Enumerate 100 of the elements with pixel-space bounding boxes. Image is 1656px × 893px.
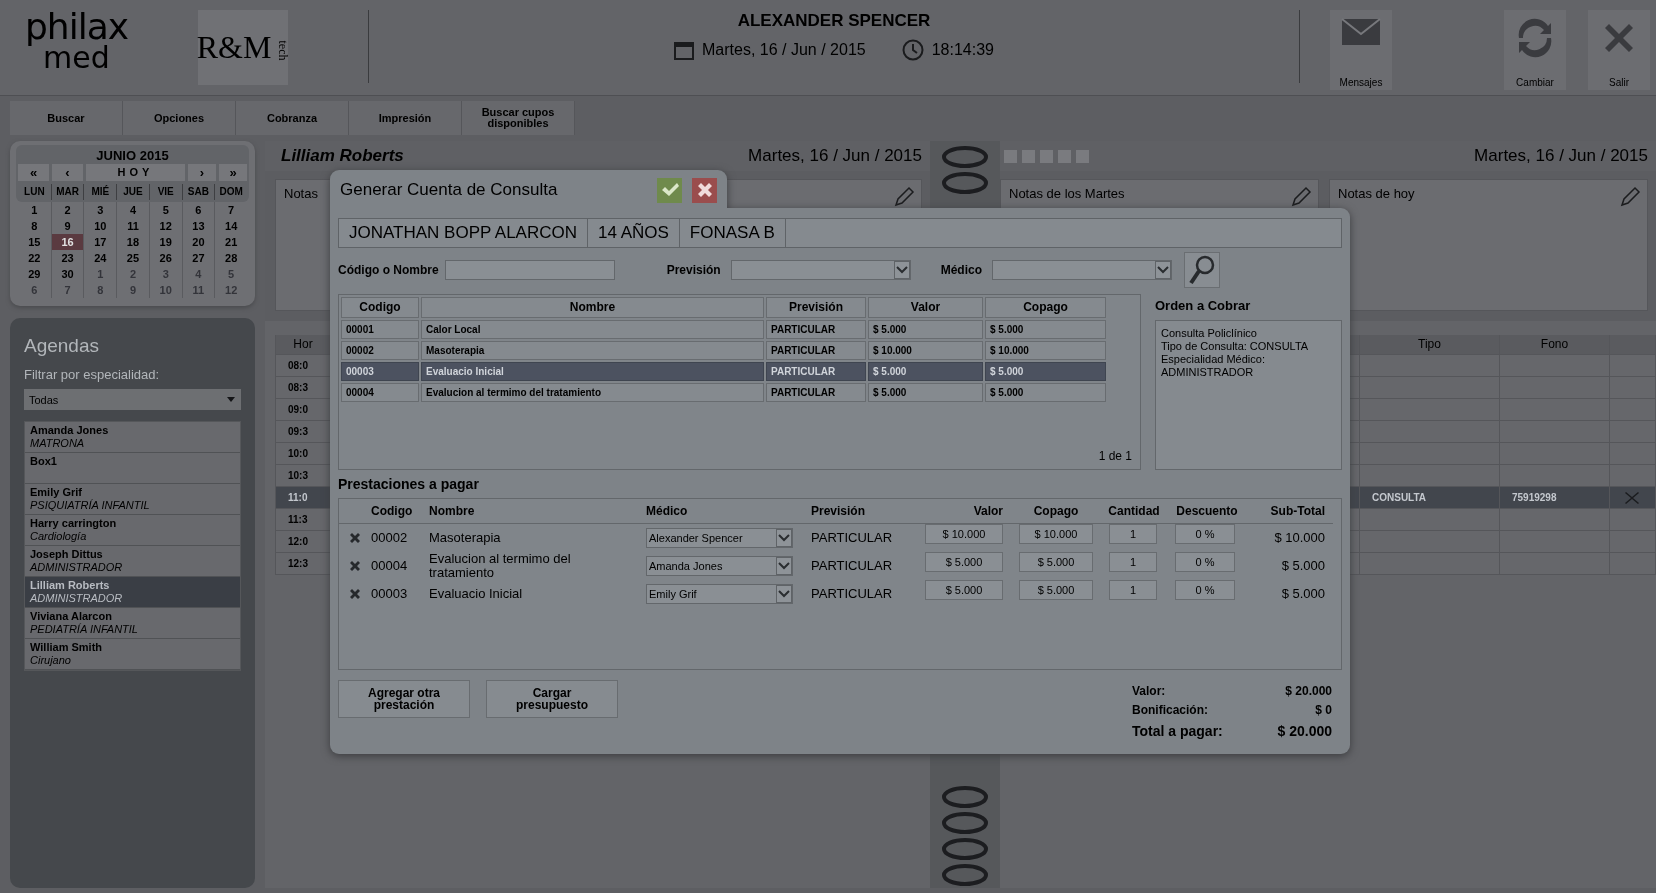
- agenda-item[interactable]: Viviana Alarcon PEDIATRÍA INFANTIL: [25, 608, 240, 639]
- agenda-item[interactable]: Harry carrington Cardiología: [25, 515, 240, 546]
- calendar-day[interactable]: 9: [116, 282, 149, 298]
- calendar-day[interactable]: 24: [83, 250, 117, 266]
- table-cell[interactable]: $ 10.000: [868, 341, 983, 360]
- calendar-day[interactable]: 5: [148, 202, 182, 218]
- doctor-select[interactable]: Alexander Spencer: [646, 528, 793, 548]
- table-cell[interactable]: Calor Local: [421, 320, 764, 339]
- calendar-day[interactable]: 14: [214, 218, 247, 234]
- table-cell[interactable]: $ 5.000: [985, 383, 1106, 402]
- agenda-item[interactable]: Box1: [25, 453, 240, 484]
- action-button[interactable]: Agregar otra prestación: [338, 680, 470, 718]
- calendar-day[interactable]: 3: [148, 266, 182, 282]
- calendar-day[interactable]: 1: [18, 202, 51, 218]
- table-cell[interactable]: 00001: [341, 320, 419, 339]
- quantity-field[interactable]: 1: [1109, 552, 1157, 572]
- cancel-button[interactable]: [692, 177, 717, 203]
- calendar-day[interactable]: 8: [18, 218, 51, 234]
- today-button[interactable]: HOY: [86, 164, 185, 181]
- pencil-icon[interactable]: [893, 186, 915, 208]
- calendar-day[interactable]: 28: [214, 250, 247, 266]
- calendar-day[interactable]: 10: [83, 218, 117, 234]
- table-cell[interactable]: 00003: [341, 362, 419, 381]
- copay-field[interactable]: $ 10.000: [1019, 524, 1093, 544]
- calendar-day[interactable]: 7: [214, 202, 247, 218]
- calendar-day[interactable]: 12: [214, 282, 247, 298]
- remove-icon[interactable]: [349, 532, 361, 544]
- calendar-day[interactable]: 5: [214, 266, 247, 282]
- first-month-button[interactable]: «: [18, 164, 49, 181]
- quantity-field[interactable]: 1: [1109, 524, 1157, 544]
- agenda-item[interactable]: Emily Grif PSIQUIATRÍA INFANTIL: [25, 484, 240, 515]
- calendar-day[interactable]: 20: [181, 234, 215, 250]
- table-cell[interactable]: Masoterapia: [421, 341, 764, 360]
- calendar-day[interactable]: 19: [148, 234, 182, 250]
- calendar-day[interactable]: 29: [18, 266, 51, 282]
- calendar-day[interactable]: 18: [116, 234, 149, 250]
- table-cell[interactable]: Evalucion al termimo del tratamiento: [421, 383, 764, 402]
- table-cell[interactable]: $ 5.000: [868, 383, 983, 402]
- calendar-day[interactable]: 23: [50, 250, 84, 266]
- agenda-item[interactable]: Amanda Jones MATRONA: [25, 422, 240, 453]
- calendar-day[interactable]: 1: [83, 266, 117, 282]
- discount-field[interactable]: 0 %: [1175, 580, 1235, 600]
- calendar-day[interactable]: 11: [116, 218, 149, 234]
- search-button[interactable]: [1184, 252, 1221, 288]
- previous-month-button[interactable]: ‹: [52, 164, 83, 181]
- doctor-select[interactable]: [992, 260, 1173, 280]
- menu-tab[interactable]: Opciones: [123, 101, 236, 135]
- agenda-item[interactable]: Joseph Dittus ADMINISTRADOR: [25, 546, 240, 577]
- agenda-item[interactable]: Lilliam Roberts ADMINISTRADOR: [25, 577, 240, 608]
- value-field[interactable]: $ 10.000: [925, 524, 1003, 544]
- copay-field[interactable]: $ 5.000: [1019, 552, 1093, 572]
- notes-box[interactable]: Notas de hoy: [1329, 179, 1648, 311]
- action-button[interactable]: Cargar presupuesto: [486, 680, 618, 718]
- quantity-field[interactable]: 1: [1109, 580, 1157, 600]
- table-cell[interactable]: Evaluacio Inicial: [421, 362, 764, 381]
- table-cell[interactable]: $ 5.000: [985, 320, 1106, 339]
- copay-field[interactable]: $ 5.000: [1019, 580, 1093, 600]
- calendar-day[interactable]: 25: [116, 250, 149, 266]
- calendar-day[interactable]: 4: [116, 202, 149, 218]
- table-cell[interactable]: $ 10.000: [985, 341, 1106, 360]
- table-cell[interactable]: PARTICULAR: [766, 362, 866, 381]
- table-cell[interactable]: PARTICULAR: [766, 320, 866, 339]
- remove-icon[interactable]: [349, 588, 361, 600]
- delete-icon[interactable]: [1624, 491, 1640, 505]
- calendar-day[interactable]: 16: [50, 234, 84, 250]
- menu-tab[interactable]: Cobranza: [236, 101, 349, 135]
- calendar-day[interactable]: 22: [18, 250, 51, 266]
- table-cell[interactable]: 00004: [341, 383, 419, 402]
- change-button[interactable]: Cambiar: [1504, 10, 1566, 90]
- calendar-day[interactable]: 2: [50, 202, 84, 218]
- last-month-button[interactable]: »: [219, 164, 247, 181]
- table-cell[interactable]: PARTICULAR: [766, 341, 866, 360]
- calendar-day[interactable]: 30: [50, 266, 84, 282]
- discount-field[interactable]: 0 %: [1175, 524, 1235, 544]
- calendar-day[interactable]: 21: [214, 234, 247, 250]
- calendar-day[interactable]: 8: [83, 282, 117, 298]
- messages-button[interactable]: Mensajes: [1330, 10, 1392, 90]
- calendar-day[interactable]: 13: [181, 218, 215, 234]
- calendar-day[interactable]: 6: [181, 202, 215, 218]
- confirm-button[interactable]: [657, 177, 682, 203]
- doctor-select[interactable]: Emily Grif: [646, 584, 793, 604]
- next-month-button[interactable]: ›: [188, 164, 216, 181]
- calendar-day[interactable]: 11: [181, 282, 215, 298]
- table-cell[interactable]: $ 5.000: [868, 362, 983, 381]
- pencil-icon[interactable]: [1290, 186, 1312, 208]
- table-cell[interactable]: $ 5.000: [868, 320, 983, 339]
- remove-icon[interactable]: [349, 560, 361, 572]
- menu-tab[interactable]: Buscar cupos disponibles: [462, 101, 575, 135]
- prevision-select[interactable]: [730, 260, 911, 280]
- calendar-day[interactable]: 12: [148, 218, 182, 234]
- calendar-day[interactable]: 15: [18, 234, 51, 250]
- table-cell[interactable]: PARTICULAR: [766, 383, 866, 402]
- table-cell[interactable]: 00002: [341, 341, 419, 360]
- calendar-day[interactable]: 2: [116, 266, 149, 282]
- search-field[interactable]: [444, 260, 615, 280]
- agenda-item[interactable]: William Smith Cirujano: [25, 639, 240, 670]
- calendar-day[interactable]: 6: [18, 282, 51, 298]
- specialty-select[interactable]: Todas: [24, 389, 241, 410]
- calendar-day[interactable]: 4: [181, 266, 215, 282]
- menu-tab[interactable]: Impresión: [349, 101, 462, 135]
